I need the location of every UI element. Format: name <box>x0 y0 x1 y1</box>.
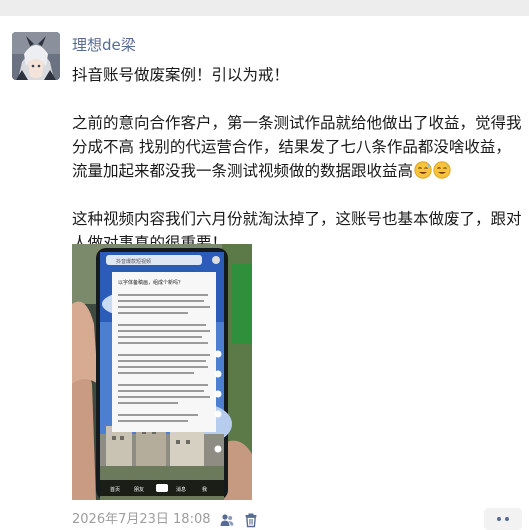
more-dots-icon <box>505 517 509 521</box>
sweat-smile-emoji-icon <box>414 161 432 179</box>
post-paragraph: 抖音账号做废案例！引以为戒！ <box>72 66 290 84</box>
phone-tab-messages: 消息 <box>176 486 186 493</box>
moment-post: 理想de梁 抖音账号做废案例！引以为戒！ 之前的意向合作客户，第一条测试作品就给… <box>0 16 529 530</box>
top-bar <box>0 0 529 16</box>
post-photo[interactable]: 抖音爆款短视频 以字体备稿画，组成个新吗？ 首页 朋友 消息 我 <box>72 244 252 500</box>
phone-panel-title: 以字体备稿画，组成个新吗？ <box>118 279 183 286</box>
more-dots-icon <box>497 517 501 521</box>
post-paragraph-text: 之前的意向合作客户，第一条测试作品就给他做出了收益，觉得我分成不高 找别的代运营… <box>72 114 522 180</box>
phone-search-text: 抖音爆款短视频 <box>116 258 151 265</box>
phone-tab-friends: 朋友 <box>134 486 144 493</box>
phone-tab-home: 首页 <box>110 486 120 493</box>
post-content: 抖音账号做废案例！引以为戒！ 之前的意向合作客户，第一条测试作品就给他做出了收益… <box>72 63 522 255</box>
avatar[interactable] <box>12 32 60 80</box>
sweat-smile-emoji-icon <box>433 161 451 179</box>
post-paragraph: 之前的意向合作客户，第一条测试作品就给他做出了收益，觉得我分成不高 找别的代运营… <box>72 111 522 183</box>
people-icon[interactable] <box>219 512 235 528</box>
phone-tab-me: 我 <box>202 486 207 493</box>
post-timestamp: 2026年7月23日 18:08 <box>72 512 211 527</box>
post-meta: 2026年7月23日 18:08 <box>72 510 259 530</box>
more-button[interactable] <box>484 508 522 530</box>
trash-icon[interactable] <box>243 512 259 528</box>
author-name[interactable]: 理想de梁 <box>72 35 136 55</box>
